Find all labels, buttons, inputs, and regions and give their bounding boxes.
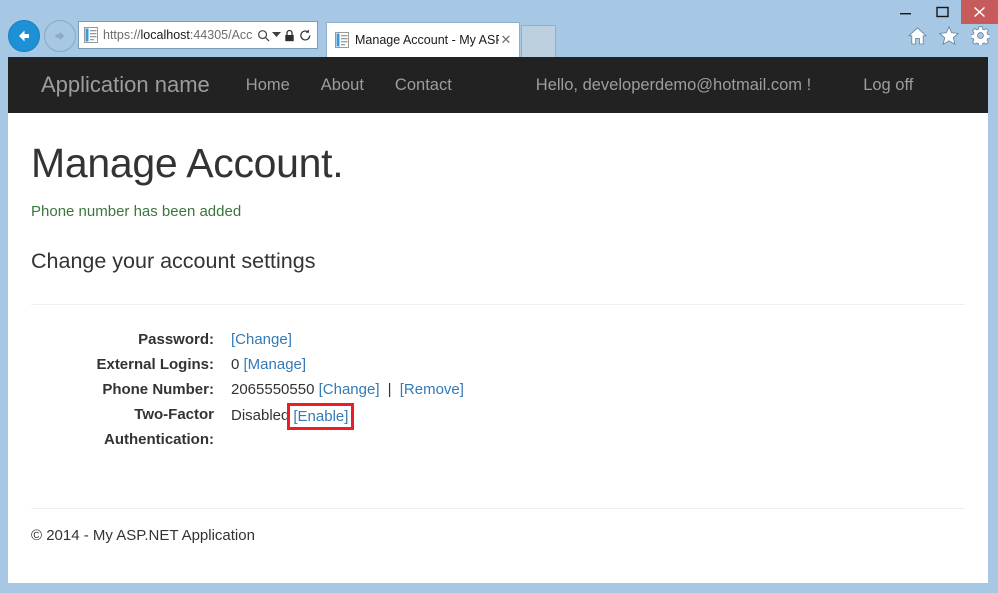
settings-label-phone-number: Phone Number:	[31, 377, 231, 402]
settings-row-two-factor: Two-Factor Authentication: Disabled[Enab…	[31, 402, 965, 452]
content-divider	[31, 304, 965, 305]
settings-value-two-factor: Disabled[Enable]	[231, 402, 965, 429]
page-content: Manage Account. Phone number has been ad…	[8, 141, 988, 544]
nav-link-about[interactable]: About	[321, 76, 364, 95]
url-text: https://localhost:44305/Acc	[103, 27, 255, 43]
home-icon[interactable]	[908, 27, 927, 50]
footer-divider	[31, 508, 965, 509]
url-prefix: https://	[103, 28, 141, 42]
settings-label-password: Password:	[31, 327, 231, 352]
settings-label-two-factor: Two-Factor Authentication:	[31, 402, 231, 452]
manage-external-logins-link[interactable]: [Manage]	[244, 356, 307, 373]
phone-number-value: 2065550550	[231, 381, 314, 398]
navigation-buttons	[8, 20, 76, 52]
close-window-icon[interactable]	[961, 0, 998, 24]
address-bar[interactable]: https://localhost:44305/Acc	[78, 21, 318, 49]
log-off-link[interactable]: Log off	[863, 76, 913, 95]
tab-title: Manage Account - My ASP....	[355, 32, 499, 48]
forward-arrow-icon[interactable]	[44, 20, 76, 52]
chevron-down-icon[interactable]	[271, 25, 281, 45]
close-icon[interactable]: ✕	[499, 33, 513, 47]
browser-viewport: Application name Home About Contact Hell…	[8, 57, 988, 583]
refresh-icon[interactable]	[297, 25, 313, 45]
url-host: localhost	[141, 28, 190, 42]
two-factor-status: Disabled	[231, 407, 289, 424]
user-nav: Hello, developerdemo@hotmail.com ! Log o…	[536, 76, 914, 95]
enable-two-factor-link[interactable]: [Enable]	[293, 408, 348, 425]
settings-row-password: Password: [Change]	[31, 327, 965, 352]
page-title: Manage Account.	[31, 141, 965, 186]
change-password-link[interactable]: [Change]	[231, 331, 292, 348]
link-separator: |	[384, 381, 396, 398]
site-navbar: Application name Home About Contact Hell…	[8, 57, 988, 113]
account-settings-list: Password: [Change] External Logins: 0 [M…	[31, 327, 965, 452]
settings-value-password: [Change]	[231, 327, 965, 352]
new-tab-button[interactable]	[521, 25, 556, 57]
lock-icon[interactable]	[281, 25, 297, 45]
user-greeting-link[interactable]: Hello, developerdemo@hotmail.com !	[536, 76, 811, 95]
back-arrow-icon[interactable]	[8, 20, 40, 52]
search-icon[interactable]	[255, 25, 271, 45]
footer-text: © 2014 - My ASP.NET Application	[31, 527, 965, 544]
browser-titlebar: https://localhost:44305/Acc	[0, 0, 998, 57]
browser-command-icons	[908, 26, 990, 50]
maximize-icon[interactable]	[924, 0, 961, 24]
page-favicon-icon	[84, 27, 98, 43]
enable-two-factor-highlight: [Enable]	[287, 403, 354, 430]
main-nav: Home About Contact	[246, 76, 452, 95]
external-logins-count: 0	[231, 356, 239, 373]
settings-label-external-logins: External Logins:	[31, 352, 231, 377]
settings-gear-icon[interactable]	[971, 26, 990, 50]
settings-value-external-logins: 0 [Manage]	[231, 352, 965, 377]
settings-row-external-logins: External Logins: 0 [Manage]	[31, 352, 965, 377]
settings-value-phone-number: 2065550550 [Change] | [Remove]	[231, 377, 965, 402]
change-phone-link[interactable]: [Change]	[319, 381, 380, 398]
remove-phone-link[interactable]: [Remove]	[400, 381, 464, 398]
minimize-icon[interactable]	[887, 0, 924, 24]
url-suffix: :44305/Acc	[190, 28, 253, 42]
tab-favicon-icon	[335, 32, 349, 48]
browser-window: https://localhost:44305/Acc	[0, 0, 998, 593]
settings-row-phone-number: Phone Number: 2065550550 [Change] | [Rem…	[31, 377, 965, 402]
tab-strip: Manage Account - My ASP.... ✕	[326, 22, 556, 57]
nav-link-home[interactable]: Home	[246, 76, 290, 95]
section-heading: Change your account settings	[31, 248, 965, 276]
status-message: Phone number has been added	[31, 203, 965, 220]
window-controls	[887, 0, 998, 24]
nav-link-contact[interactable]: Contact	[395, 76, 452, 95]
tab-manage-account[interactable]: Manage Account - My ASP.... ✕	[326, 22, 520, 57]
brand-link[interactable]: Application name	[41, 72, 210, 98]
favorites-star-icon[interactable]	[939, 26, 959, 50]
